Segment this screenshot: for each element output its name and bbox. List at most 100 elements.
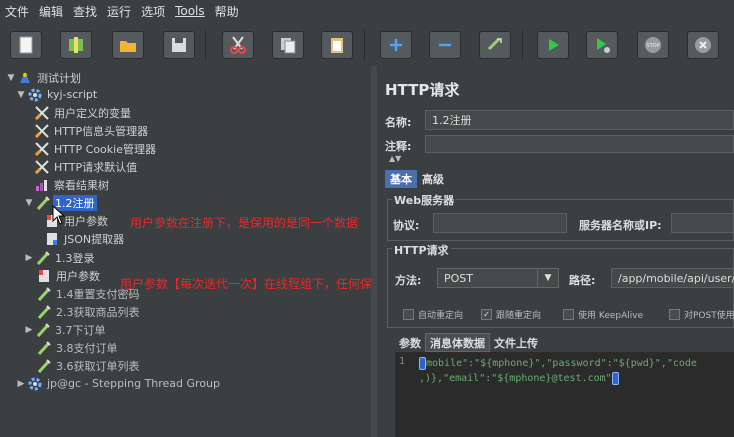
sampler-icon xyxy=(36,358,52,374)
save-button[interactable] xyxy=(163,31,195,59)
tree-item-header-manager[interactable]: HTTP信息头管理器 xyxy=(34,122,150,139)
sampler-icon xyxy=(35,250,51,266)
sampler-icon xyxy=(36,286,52,302)
thread-group-icon xyxy=(27,376,43,392)
copy-button[interactable] xyxy=(272,31,304,59)
tab-file-upload[interactable]: 文件上传 xyxy=(490,333,542,352)
collapse-toggle-icon[interactable]: ▼ xyxy=(24,198,34,208)
tree-item-thread-group[interactable]: ▼ kyj-script xyxy=(16,86,99,103)
new-icon xyxy=(19,36,33,54)
tree-item-pay-order[interactable]: 3.8支付订单 xyxy=(36,339,120,356)
code-line-2: ,)},"email":"${mphone}@test.com" xyxy=(419,373,612,384)
tree-item-cookie-manager[interactable]: HTTP Cookie管理器 xyxy=(34,140,158,157)
protocol-field[interactable] xyxy=(433,213,567,233)
open-button[interactable] xyxy=(112,31,144,59)
path-field[interactable]: /app/mobile/api/user/r xyxy=(611,268,734,288)
dropdown-arrow-icon: ▼ xyxy=(537,269,558,287)
protocol-label: 协议: xyxy=(393,219,420,232)
tree-item-login[interactable]: ▶ 1.3登录 xyxy=(24,249,97,266)
tree-item-product-list[interactable]: 2.3获取商品列表 xyxy=(36,303,142,320)
tree-item-order-list[interactable]: 3.6获取订单列表 xyxy=(36,357,142,374)
start-button[interactable] xyxy=(537,31,569,59)
shutdown-button[interactable] xyxy=(687,31,719,59)
tree-item-user-params-2[interactable]: 用户参数 xyxy=(36,267,102,284)
post-multipart-checkbox[interactable]: 对POST使用 xyxy=(669,308,734,321)
server-field[interactable] xyxy=(671,213,734,233)
cut-button[interactable] xyxy=(222,31,254,59)
tree-item-stepping-thread-group[interactable]: ▶ jp@gc - Stepping Thread Group xyxy=(16,375,222,392)
paste-icon xyxy=(331,38,343,53)
paste-button[interactable] xyxy=(321,31,353,59)
caret-icon xyxy=(419,356,426,370)
menu-edit[interactable]: 编辑 xyxy=(34,3,68,20)
config-element-icon xyxy=(34,123,50,139)
menu-search[interactable]: 查找 xyxy=(68,3,102,20)
expand-button[interactable] xyxy=(380,31,412,59)
tree-item-place-order[interactable]: ▶ 3.7下订单 xyxy=(24,321,108,338)
toggle-button[interactable] xyxy=(479,31,511,59)
stop-button[interactable]: STOP xyxy=(637,31,669,59)
expand-icon xyxy=(390,39,402,51)
config-element-icon xyxy=(34,159,50,175)
save-icon xyxy=(172,38,186,52)
cut-icon xyxy=(230,36,246,54)
expand-toggle-icon[interactable]: ▶ xyxy=(24,253,34,263)
preprocessor-icon xyxy=(36,268,52,284)
panel-title: HTTP请求 xyxy=(385,81,460,99)
menu-tools[interactable]: Tools xyxy=(170,4,210,18)
mouse-cursor-icon xyxy=(52,205,66,225)
listener-icon xyxy=(34,177,50,193)
start-no-pause-button[interactable] xyxy=(586,31,618,59)
follow-redirect-checkbox[interactable]: ✓ 跟随重定向 xyxy=(481,308,541,321)
method-select[interactable]: POST ▼ xyxy=(437,268,559,288)
tree-item-results-tree[interactable]: 察看结果树 xyxy=(34,176,111,193)
path-label: 路径: xyxy=(569,274,596,287)
comment-field[interactable] xyxy=(425,135,734,153)
web-server-label: Web服务器 xyxy=(392,192,457,208)
tab-advanced[interactable]: 高级 xyxy=(417,170,449,188)
server-label: 服务器名称或IP: xyxy=(579,219,662,232)
sampler-icon xyxy=(36,340,52,356)
tree-item-test-plan[interactable]: ▼ 测试计划 xyxy=(6,69,83,86)
checkbox-checked-icon: ✓ xyxy=(481,309,492,320)
tab-basic[interactable]: 基本 xyxy=(385,170,417,188)
tree-item-user-vars[interactable]: 用户定义的变量 xyxy=(34,104,133,121)
name-field[interactable]: 1.2注册 xyxy=(425,110,734,130)
new-button[interactable] xyxy=(10,31,42,59)
menu-run[interactable]: 运行 xyxy=(102,3,136,20)
config-element-icon xyxy=(34,141,50,157)
caret-icon xyxy=(611,371,619,385)
start-no-pause-icon xyxy=(597,38,610,53)
test-plan-tree: ▼ 测试计划 ▼ kyj-script 用户定义的变量 HTTP信息头管理器 H… xyxy=(0,66,372,437)
keepalive-checkbox[interactable]: 使用 KeepAlive xyxy=(563,308,643,321)
code-line-1: mobile":"${mphone}","password":"${pwd}",… xyxy=(426,358,697,369)
auto-redirect-checkbox[interactable]: 自动重定向 xyxy=(403,308,463,321)
body-data-editor[interactable]: 1 mobile":"${mphone}","password":"${pwd}… xyxy=(395,352,734,437)
templates-button[interactable] xyxy=(60,31,92,59)
tree-item-request-defaults[interactable]: HTTP请求默认值 xyxy=(34,158,139,175)
expand-toggle-icon[interactable]: ▶ xyxy=(16,379,26,389)
stop-icon: STOP xyxy=(645,37,661,53)
tab-body-data[interactable]: 消息体数据 xyxy=(425,333,490,352)
menu-file[interactable]: 文件 xyxy=(0,3,34,20)
tab-parameters[interactable]: 参数 xyxy=(395,333,425,352)
collapse-toggle-icon[interactable]: ▼ xyxy=(16,90,26,100)
menu-options[interactable]: 选项 xyxy=(136,3,170,20)
line-number: 1 xyxy=(399,356,406,367)
templates-icon xyxy=(69,37,83,53)
checkbox-box xyxy=(403,309,414,320)
sampler-icon xyxy=(36,304,52,320)
toolbar: STOP xyxy=(0,26,734,66)
checkbox-box xyxy=(563,309,574,320)
method-label: 方法: xyxy=(395,274,422,287)
http-request-panel: HTTP请求 名称: 1.2注册 注释: ▲▼ 基本 高级 Web服务器 协议:… xyxy=(377,66,734,437)
collapse-icon xyxy=(439,43,451,47)
tree-item-json-extractor[interactable]: JSON提取器 xyxy=(44,230,126,247)
menu-help[interactable]: 帮助 xyxy=(210,3,244,20)
collapse-button[interactable] xyxy=(429,31,461,59)
body-tabs: 参数 消息体数据 文件上传 xyxy=(395,333,542,352)
test-plan-icon xyxy=(17,70,33,86)
expand-toggle-icon[interactable]: ▶ xyxy=(24,325,34,335)
collapse-toggle-icon[interactable]: ▼ xyxy=(6,73,16,83)
resize-arrows-icon[interactable]: ▲▼ xyxy=(389,154,401,163)
